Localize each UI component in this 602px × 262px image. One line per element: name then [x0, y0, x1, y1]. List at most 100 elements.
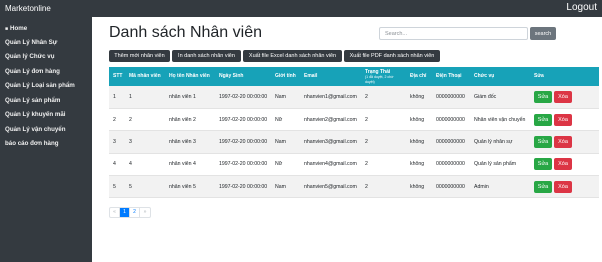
cell-dob: 1997-02-20 00:00:00: [219, 183, 268, 190]
sidebar-item-nhan-su[interactable]: Quản Lý Nhân Sự: [5, 39, 57, 46]
header-code: Mã nhân viên: [129, 73, 161, 80]
pagination-next[interactable]: »: [140, 208, 150, 217]
search-input[interactable]: [379, 27, 528, 40]
table-row: 2 2 nhân viên 2 1997-02-20 00:00:00 Nữ n…: [109, 108, 599, 131]
sidebar-item-label: Quản Lý vận chuyển: [5, 126, 66, 133]
sidebar-item-khuyen-mai[interactable]: Quản Lý khuyến mãi: [5, 111, 66, 118]
edit-button[interactable]: Sửa: [534, 180, 552, 193]
cell-position: Giám đốc: [474, 93, 497, 100]
sidebar-item-san-pham[interactable]: Quản Lý sản phẩm: [5, 97, 60, 104]
pagination-page-2[interactable]: 2: [130, 208, 140, 217]
employee-table: STT Mã nhân viên Họ tên Nhân viên Ngày S…: [109, 67, 599, 198]
cell-code: 4: [129, 161, 132, 168]
search-button[interactable]: search: [530, 27, 556, 40]
header-name: Họ tên Nhân viên: [169, 73, 210, 80]
cell-dob: 1997-02-20 00:00:00: [219, 93, 268, 100]
cell-status: 2: [365, 138, 368, 145]
cell-name: nhân viên 5: [169, 183, 196, 190]
export-excel-button[interactable]: Xuất file Excel danh sách nhân viên: [243, 50, 342, 62]
cell-stt: 3: [113, 138, 116, 145]
delete-button[interactable]: Xóa: [554, 180, 572, 193]
cell-phone: 0000000000: [436, 138, 465, 145]
header-status-sub: (1 đã duyệt, 2 chờ duyệt): [365, 75, 394, 84]
sidebar-item-bao-cao[interactable]: báo cáo đơn hàng: [5, 140, 59, 147]
edit-button[interactable]: Sửa: [534, 135, 552, 148]
logout-link[interactable]: Logout: [566, 2, 597, 13]
print-list-button[interactable]: In danh sách nhân viên: [172, 50, 241, 62]
header-stt: STT: [113, 73, 123, 80]
add-employee-button[interactable]: Thêm mới nhân viên: [109, 50, 170, 62]
table-row: 1 1 nhân viên 1 1997-02-20 00:00:00 Nam …: [109, 86, 599, 109]
table-row: 4 4 nhân viên 4 1997-02-20 00:00:00 Nữ n…: [109, 153, 599, 176]
edit-button[interactable]: Sửa: [534, 90, 552, 103]
cell-phone: 0000000000: [436, 116, 465, 123]
cell-address: không: [410, 93, 425, 100]
cell-dob: 1997-02-20 00:00:00: [219, 161, 268, 168]
cell-email: nhanvien1@gmail.com: [304, 93, 357, 100]
cell-status: 2: [365, 116, 368, 123]
cell-actions: Sửa Xóa: [530, 131, 599, 153]
page-title: Danh sách Nhân viên: [109, 24, 262, 41]
sidebar-item-van-chuyen[interactable]: Quản Lý vận chuyển: [5, 126, 66, 133]
sidebar-item-label: Quản Lý Nhân Sự: [5, 39, 58, 46]
brand-link[interactable]: Marketonline: [5, 4, 51, 13]
cell-actions: Sửa Xóa: [530, 86, 599, 108]
cell-phone: 0000000000: [436, 93, 465, 100]
sidebar-item-label: báo cáo đơn hàng: [5, 140, 59, 147]
sidebar-item-label: Quản lý Chức vụ: [5, 53, 55, 60]
cell-status: 2: [365, 93, 368, 100]
delete-button[interactable]: Xóa: [554, 158, 572, 171]
cell-stt: 2: [113, 116, 116, 123]
cell-name: nhân viên 4: [169, 161, 196, 168]
cell-gender: Nữ: [275, 161, 283, 168]
table-row: 3 3 nhân viên 3 1997-02-20 00:00:00 Nam …: [109, 130, 599, 154]
sidebar-item-loai-san-pham[interactable]: Quản Lý Loại sản phẩm: [5, 82, 75, 89]
cell-dob: 1997-02-20 00:00:00: [219, 116, 268, 123]
export-pdf-button[interactable]: Xuất file PDF danh sách nhân viên: [344, 50, 440, 62]
cell-phone: 0000000000: [436, 183, 465, 190]
main-content: Danh sách Nhân viên search Thêm mới nhân…: [92, 17, 602, 262]
cell-code: 2: [129, 116, 132, 123]
pagination-prev[interactable]: «: [110, 208, 120, 217]
cell-email: nhanvien5@gmail.com: [304, 183, 357, 190]
sidebar-item-chuc-vu[interactable]: Quản lý Chức vụ: [5, 53, 55, 60]
sidebar-item-home[interactable]: ■ Home: [5, 25, 27, 32]
cell-status: 2: [365, 183, 368, 190]
cell-position: Quản lý nhân sự: [474, 138, 513, 145]
cell-gender: Nam: [275, 138, 286, 145]
sidebar-item-label: Home: [10, 25, 28, 32]
header-position: Chức vụ: [474, 73, 495, 80]
cell-name: nhân viên 3: [169, 138, 196, 145]
cell-position: Admin: [474, 183, 489, 190]
sidebar-item-label: Quản Lý sản phẩm: [5, 97, 61, 104]
header-edit: Sửa: [534, 73, 544, 80]
top-navbar: Marketonline Logout: [0, 0, 602, 17]
header-status: Trạng Thái (1 đã duyệt, 2 chờ duyệt): [361, 67, 406, 86]
cell-email: nhanvien4@gmail.com: [304, 161, 357, 168]
delete-button[interactable]: Xóa: [554, 90, 572, 103]
header-gender: Giới tính: [275, 73, 296, 80]
delete-button[interactable]: Xóa: [554, 113, 572, 126]
edit-button[interactable]: Sửa: [534, 113, 552, 126]
delete-button[interactable]: Xóa: [554, 135, 572, 148]
cell-position: Nhân viên vận chuyển: [474, 116, 526, 123]
pagination-page-1[interactable]: 1: [120, 208, 130, 217]
cell-actions: Sửa Xóa: [530, 176, 599, 198]
header-dob: Ngày Sinh: [219, 73, 244, 80]
cell-email: nhanvien3@gmail.com: [304, 138, 357, 145]
pagination: « 1 2 »: [109, 207, 151, 218]
header-status-label: Trạng Thái: [365, 68, 391, 75]
cell-status: 2: [365, 161, 368, 168]
cell-phone: 0000000000: [436, 161, 465, 168]
header-phone: Điện Thoại: [436, 73, 462, 80]
header-address: Địa chỉ: [410, 73, 427, 80]
cell-address: không: [410, 161, 425, 168]
sidebar-item-label: Quản Lý khuyến mãi: [5, 111, 66, 118]
cell-dob: 1997-02-20 00:00:00: [219, 138, 268, 145]
cell-address: không: [410, 183, 425, 190]
cell-actions: Sửa Xóa: [530, 153, 599, 175]
cell-actions: Sửa Xóa: [530, 108, 599, 130]
sidebar-item-don-hang[interactable]: Quản Lý đơn hàng: [5, 68, 60, 75]
edit-button[interactable]: Sửa: [534, 158, 552, 171]
cell-name: nhân viên 1: [169, 93, 196, 100]
